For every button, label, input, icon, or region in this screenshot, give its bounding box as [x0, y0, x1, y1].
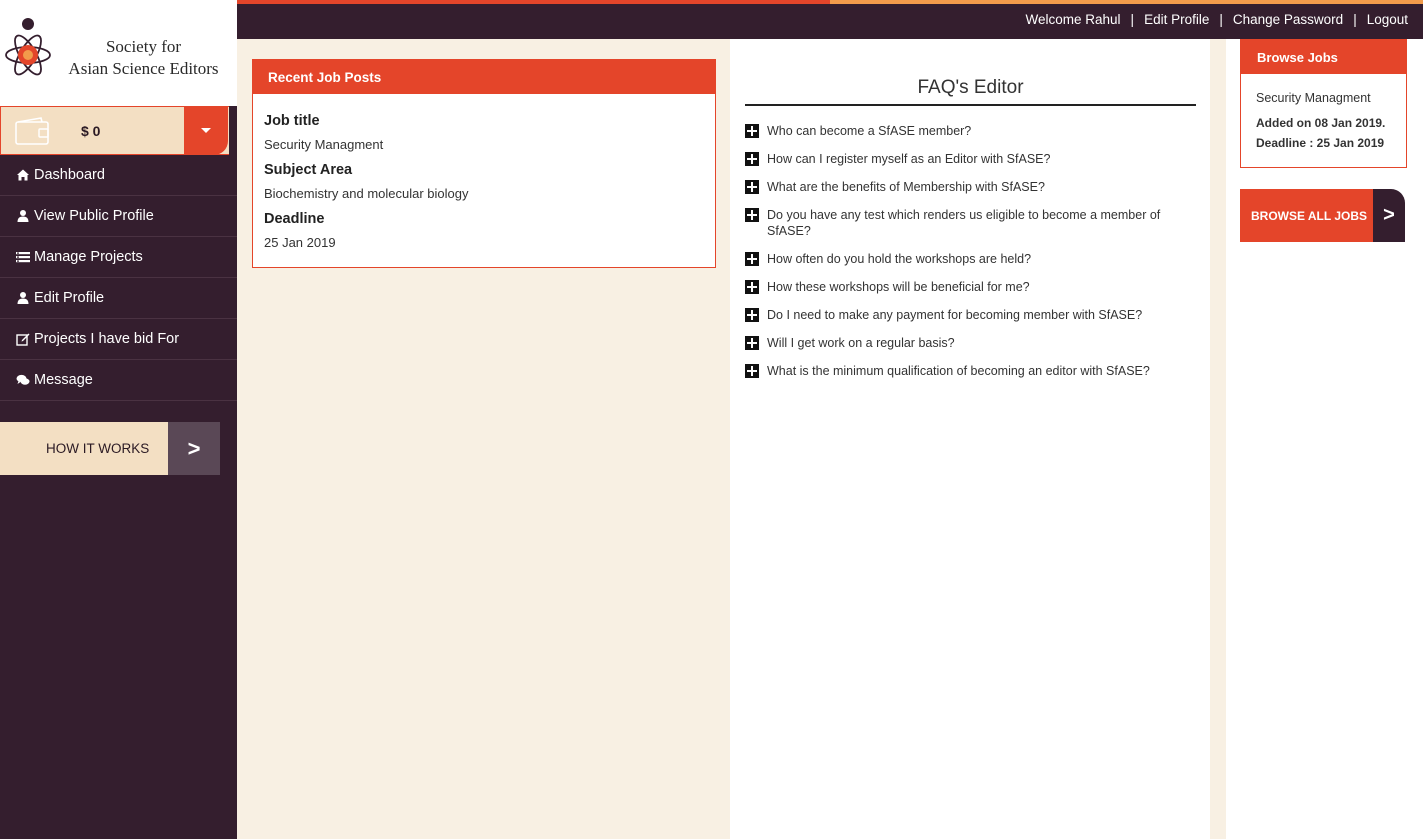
recent-job-posts-card: Recent Job Posts Job title Security Mana…: [252, 59, 716, 268]
faq-question[interactable]: Who can become a SfASE member?: [767, 123, 971, 139]
subject-area-value: Biochemistry and molecular biology: [264, 186, 469, 201]
sidebar-item-label: Manage Projects: [34, 249, 143, 265]
sidebar-item-label: Edit Profile: [34, 290, 105, 306]
job-title-value[interactable]: Security Managment: [264, 137, 383, 152]
faq-question[interactable]: Do you have any test which renders us el…: [767, 207, 1185, 239]
faq-question[interactable]: Do I need to make any payment for becomi…: [767, 307, 1142, 323]
change-password-link[interactable]: Change Password: [1233, 12, 1343, 27]
faq-question[interactable]: Will I get work on a regular basis?: [767, 335, 955, 351]
faq-question[interactable]: What are the benefits of Membership with…: [767, 179, 1045, 195]
plus-icon[interactable]: [745, 208, 759, 222]
top-bar: Welcome Rahul | Edit Profile | Change Pa…: [237, 0, 1423, 39]
deadline-label: Deadline: [264, 211, 325, 227]
brand-line-2: Asian Science Editors: [68, 59, 219, 78]
list-icon: [16, 252, 30, 263]
deadline-value: 25 Jan 2019: [264, 235, 336, 250]
faq-item[interactable]: What is the minimum qualification of bec…: [745, 363, 1185, 379]
plus-icon[interactable]: [745, 336, 759, 350]
sidebar-item-manage-projects[interactable]: Manage Projects: [0, 237, 237, 278]
edit-icon: [16, 333, 30, 346]
plus-icon[interactable]: [745, 124, 759, 138]
sidebar-item-edit-profile[interactable]: Edit Profile: [0, 278, 237, 319]
faq-item[interactable]: How often do you hold the workshops are …: [745, 251, 1185, 267]
plus-icon[interactable]: [745, 280, 759, 294]
faq-item[interactable]: What are the benefits of Membership with…: [745, 179, 1185, 195]
nav-separator: |: [1219, 12, 1223, 27]
faq-question[interactable]: How these workshops will be beneficial f…: [767, 279, 1030, 295]
faq-item[interactable]: Do you have any test which renders us el…: [745, 207, 1185, 239]
browse-jobs-card: Browse Jobs Security Managment Added on …: [1240, 39, 1407, 168]
sidebar-nav: Dashboard View Public Profile Manage Pro…: [0, 155, 237, 401]
plus-icon[interactable]: [745, 180, 759, 194]
column-gap: [1210, 39, 1226, 839]
faq-item[interactable]: Who can become a SfASE member?: [745, 123, 1185, 139]
faq-item[interactable]: Will I get work on a regular basis?: [745, 335, 1185, 351]
subject-area-label: Subject Area: [264, 162, 353, 178]
browse-job-title[interactable]: Security Managment: [1256, 91, 1371, 105]
faq-divider: [745, 104, 1196, 106]
sidebar-item-projects-bid-for[interactable]: Projects I have bid For: [0, 319, 237, 360]
browse-job-deadline: Deadline : 25 Jan 2019: [1256, 136, 1385, 150]
sidebar-item-label: Message: [34, 372, 93, 388]
brand-line-1: Society for: [105, 37, 182, 56]
faq-question[interactable]: What is the minimum qualification of bec…: [767, 363, 1150, 379]
faq-panel: FAQ's Editor Who can become a SfASE memb…: [730, 39, 1210, 839]
wallet-dropdown-button[interactable]: [184, 106, 228, 155]
logo[interactable]: Society for Asian Science Editors: [0, 0, 237, 106]
sidebar-item-message[interactable]: Message: [0, 360, 237, 401]
browse-all-arrow-icon[interactable]: >: [1373, 189, 1405, 242]
job-title-label: Job title: [264, 113, 320, 129]
user-icon: [17, 210, 29, 222]
browse-job-added: Added on 08 Jan 2019.: [1256, 116, 1386, 130]
sidebar-item-dashboard[interactable]: Dashboard: [0, 155, 237, 196]
plus-icon[interactable]: [745, 308, 759, 322]
how-it-works-arrow-icon[interactable]: >: [168, 422, 220, 475]
logout-link[interactable]: Logout: [1367, 12, 1408, 27]
sidebar-item-label: Projects I have bid For: [34, 331, 180, 347]
top-accent-stripe-light: [830, 0, 1423, 4]
plus-icon[interactable]: [745, 152, 759, 166]
atom-logo-icon: [5, 18, 51, 76]
sidebar-item-view-public-profile[interactable]: View Public Profile: [0, 196, 237, 237]
faq-title: FAQ's Editor: [917, 77, 1024, 98]
home-icon: [17, 169, 29, 181]
wallet-amount: $ 0: [81, 123, 101, 139]
recent-job-posts-heading: Recent Job Posts: [253, 60, 715, 94]
plus-icon[interactable]: [745, 364, 759, 378]
user-icon: [17, 292, 29, 304]
browse-all-jobs-button[interactable]: BROWSE ALL JOBS: [1240, 189, 1374, 242]
faq-item[interactable]: How can I register myself as an Editor w…: [745, 151, 1185, 167]
sidebar-item-label: Dashboard: [34, 167, 105, 183]
faq-question[interactable]: How often do you hold the workshops are …: [767, 251, 1031, 267]
browse-jobs-heading: Browse Jobs: [1241, 40, 1406, 74]
comments-icon: [16, 374, 30, 385]
faq-item[interactable]: How these workshops will be beneficial f…: [745, 279, 1185, 295]
nav-separator: |: [1353, 12, 1357, 27]
how-it-works-button[interactable]: HOW IT WORKS: [0, 422, 168, 475]
faq-item[interactable]: Do I need to make any payment for becomi…: [745, 307, 1185, 323]
plus-icon[interactable]: [745, 252, 759, 266]
brand-name: Society for Asian Science Editors: [56, 36, 231, 80]
nav-separator: |: [1130, 12, 1135, 27]
wallet-icon: [15, 117, 49, 145]
sidebar-item-label: View Public Profile: [34, 208, 154, 224]
welcome-text: Welcome Rahul: [1025, 12, 1121, 27]
edit-profile-link[interactable]: Edit Profile: [1144, 12, 1209, 27]
user-nav: Welcome Rahul | Edit Profile | Change Pa…: [1026, 12, 1409, 27]
caret-down-icon: [201, 128, 211, 133]
top-accent-stripe: [237, 0, 830, 4]
faq-question[interactable]: How can I register myself as an Editor w…: [767, 151, 1050, 167]
